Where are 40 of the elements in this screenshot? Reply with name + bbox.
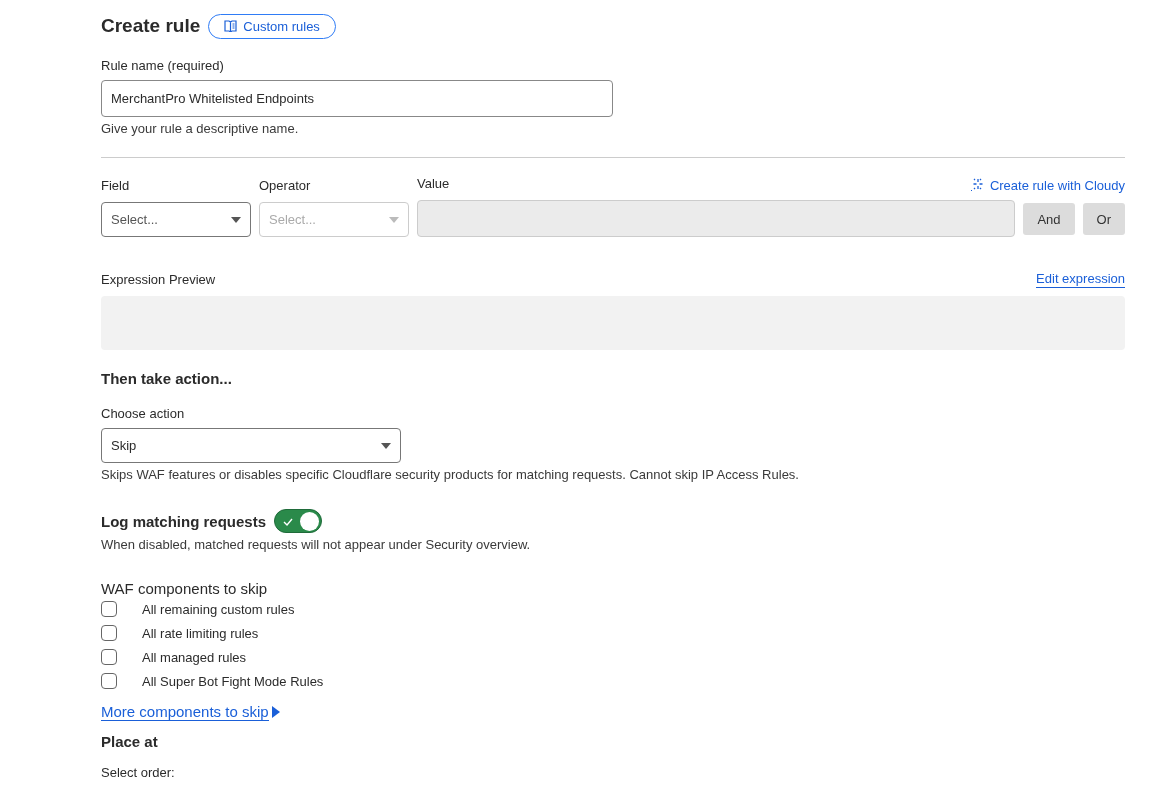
page-title: Create rule bbox=[101, 15, 201, 37]
help-text: When disabled, matched requests will not appear under Security overview. bbox=[101, 537, 532, 552]
toggle-switch[interactable] bbox=[274, 509, 323, 533]
caret-icon bbox=[271, 706, 280, 718]
rule-name-field[interactable]: MerchantPro Whitelisted Endpoints bbox=[101, 80, 613, 117]
help-text: Give your rule a descriptive name. bbox=[101, 121, 300, 136]
custom-rules-button[interactable]: Custom rules bbox=[208, 13, 336, 39]
or-button[interactable]: Or bbox=[1082, 203, 1125, 235]
checkbox-label: All remaining custom rules bbox=[142, 601, 295, 617]
check-icon bbox=[283, 518, 294, 526]
create-with-cloudy-link[interactable]: Create rule with Cloudy bbox=[969, 176, 1125, 194]
checkbox[interactable] bbox=[101, 625, 117, 641]
caret-icon bbox=[381, 442, 391, 449]
action-select[interactable]: Skip bbox=[101, 428, 401, 463]
field-label: Choose action bbox=[101, 406, 186, 422]
checkbox-label: All managed rules bbox=[142, 649, 247, 665]
field-label: Select order: bbox=[101, 765, 176, 781]
checkbox[interactable] bbox=[101, 601, 117, 617]
caret-icon bbox=[389, 216, 399, 223]
checkbox[interactable] bbox=[101, 649, 117, 665]
section-heading: Place at bbox=[101, 733, 159, 751]
checkbox-label: All rate limiting rules bbox=[142, 625, 259, 641]
field-label: Field bbox=[101, 178, 130, 194]
and-button[interactable]: And bbox=[1023, 203, 1075, 235]
checkbox[interactable] bbox=[101, 673, 117, 689]
book-icon bbox=[224, 20, 238, 32]
more-components-link[interactable]: More components to skip bbox=[101, 703, 269, 721]
field-label: Value bbox=[417, 176, 450, 192]
help-text: Skips WAF features or disables specific Cloudflare security products for matching requests. Cannot skip IP Access Rules. bbox=[101, 467, 800, 482]
field-label: Rule name (required) bbox=[101, 58, 225, 74]
caret-icon bbox=[231, 216, 241, 223]
field-label: Expression Preview bbox=[101, 272, 216, 288]
edit-expression-link[interactable]: Edit expression bbox=[1036, 271, 1125, 288]
section-heading: Then take action... bbox=[101, 370, 233, 388]
checkbox-label: All Super Bot Fight Mode Rules bbox=[142, 673, 324, 689]
select-field[interactable]: Select... bbox=[101, 202, 251, 237]
toggle-label: Log matching requests bbox=[101, 512, 267, 530]
section-heading: WAF components to skip bbox=[101, 580, 269, 597]
field-label: Operator bbox=[259, 178, 311, 194]
sparkle-icon bbox=[969, 178, 985, 192]
